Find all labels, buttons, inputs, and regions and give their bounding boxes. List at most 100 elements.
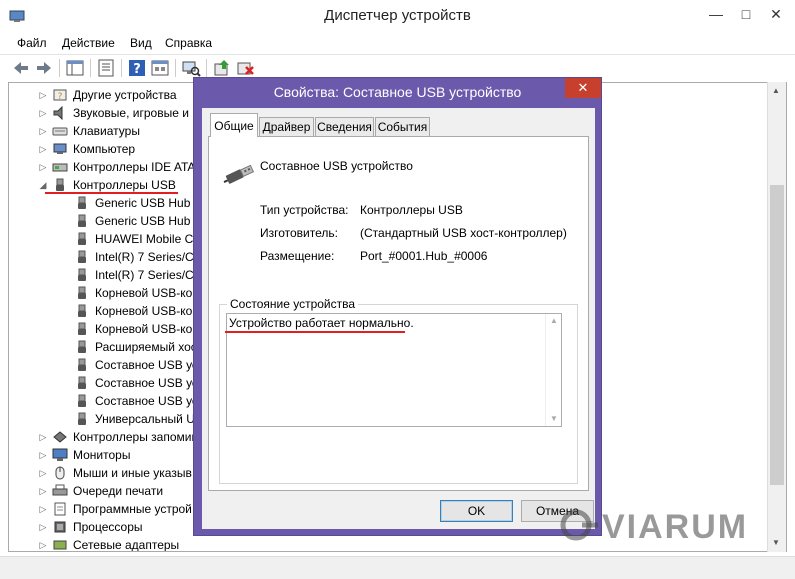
tree-node-label: Составное USB уст bbox=[95, 376, 204, 390]
expand-arrow-icon[interactable]: ▷ bbox=[37, 126, 49, 137]
status-scrollbar[interactable]: ▲ ▼ bbox=[545, 314, 561, 426]
tree-category[interactable]: ▷ Клавиатуры bbox=[37, 122, 140, 140]
maximize-icon[interactable]: □ bbox=[733, 4, 759, 24]
expand-arrow-icon[interactable]: ▷ bbox=[37, 108, 49, 119]
expand-arrow-icon[interactable]: ▷ bbox=[37, 486, 49, 497]
expand-arrow-icon[interactable]: ▷ bbox=[37, 522, 49, 533]
update-driver-icon[interactable] bbox=[212, 58, 232, 78]
expand-arrow-icon[interactable]: ▷ bbox=[37, 468, 49, 479]
scroll-up-icon[interactable]: ▲ bbox=[772, 86, 780, 95]
usb-icon bbox=[74, 322, 90, 336]
status-underline bbox=[225, 331, 405, 333]
scroll-down-icon[interactable]: ▼ bbox=[772, 538, 780, 547]
tree-category[interactable]: ▷ Контроллеры IDE ATA bbox=[37, 158, 196, 176]
dialog-close-icon[interactable]: ✕ bbox=[565, 78, 601, 98]
status-scroll-up-icon[interactable]: ▲ bbox=[550, 316, 558, 325]
software-device-icon bbox=[52, 502, 68, 516]
tree-device[interactable]: Generic USB Hub bbox=[71, 194, 190, 212]
tree-node-label: Контроллеры IDE ATA bbox=[73, 160, 196, 174]
tree-device[interactable]: Составное USB уст bbox=[71, 374, 203, 392]
tree-category[interactable]: ▷ Программные устрой bbox=[37, 500, 192, 518]
tree-device[interactable]: Расширяемый хост bbox=[71, 338, 202, 356]
tree-device[interactable]: Intel(R) 7 Series/C21 bbox=[71, 266, 207, 284]
watermark-text: VIARUM bbox=[602, 508, 749, 546]
collapse-arrow-icon[interactable]: ◢ bbox=[37, 180, 49, 191]
tree-device[interactable]: Корневой USB-конц bbox=[71, 302, 206, 320]
watermark-logo-icon bbox=[560, 509, 598, 541]
forward-icon[interactable] bbox=[34, 58, 54, 78]
menu-action[interactable]: Действие bbox=[62, 36, 115, 50]
show-hidden-icon[interactable] bbox=[150, 58, 170, 78]
usb-icon bbox=[74, 340, 90, 354]
tree-category[interactable]: ▷ Очереди печати bbox=[37, 482, 164, 500]
ide-controller-icon bbox=[52, 160, 68, 174]
usb-icon bbox=[74, 286, 90, 300]
tree-node-label: Звуковые, игровые и в bbox=[73, 106, 199, 120]
tree-category[interactable]: ▷ Процессоры bbox=[37, 518, 143, 536]
tree-device[interactable]: Intel(R) 7 Series/C21 bbox=[71, 248, 207, 266]
usb-icon bbox=[74, 394, 90, 408]
device-manager-window: Диспетчер устройств — □ ✕ Файл Действие … bbox=[0, 0, 795, 579]
minimize-icon[interactable]: — bbox=[703, 4, 729, 24]
storage-controller-icon bbox=[52, 430, 68, 444]
tree-device[interactable]: Корневой USB-конц bbox=[71, 284, 206, 302]
viarum-watermark: VIARUM bbox=[558, 508, 748, 547]
expand-arrow-icon[interactable]: ▷ bbox=[37, 432, 49, 443]
tab-general[interactable]: Общие bbox=[210, 113, 258, 137]
usb-plug-icon bbox=[223, 164, 255, 184]
expand-arrow-icon[interactable]: ▷ bbox=[37, 144, 49, 155]
scan-hardware-icon[interactable] bbox=[181, 58, 201, 78]
back-icon[interactable] bbox=[11, 58, 31, 78]
tab-details[interactable]: Сведения bbox=[315, 117, 374, 136]
expand-arrow-icon[interactable]: ▷ bbox=[37, 450, 49, 461]
uninstall-icon[interactable] bbox=[235, 58, 255, 78]
close-icon[interactable]: ✕ bbox=[763, 4, 789, 24]
expand-arrow-icon[interactable]: ▷ bbox=[37, 540, 49, 551]
properties-dialog: Свойства: Составное USB устройство ✕ Общ… bbox=[193, 77, 602, 536]
expand-arrow-icon[interactable]: ▷ bbox=[37, 504, 49, 515]
menu-help[interactable]: Справка bbox=[165, 36, 212, 50]
expand-arrow-icon[interactable]: ▷ bbox=[37, 162, 49, 173]
tree-device[interactable]: Универсальный US bbox=[71, 410, 203, 428]
tree-node-label: Intel(R) 7 Series/C21 bbox=[95, 250, 208, 264]
dialog-body: Общие Драйвер Сведения События Составное… bbox=[202, 108, 595, 529]
tree-scrollbar[interactable]: ▲ ▼ bbox=[767, 82, 786, 552]
menu-file[interactable]: Файл bbox=[17, 36, 47, 50]
menu-view[interactable]: Вид bbox=[130, 36, 152, 50]
tree-node-label: Intel(R) 7 Series/C21 bbox=[95, 268, 208, 282]
tree-node-label: Процессоры bbox=[73, 520, 143, 534]
tree-category[interactable]: ▷ Сетевые адаптеры bbox=[37, 536, 180, 551]
expand-arrow-icon[interactable]: ▷ bbox=[37, 90, 49, 101]
tree-node-label: Компьютер bbox=[73, 142, 136, 156]
tree-category[interactable]: ▷ Мыши и иные указыв bbox=[37, 464, 192, 482]
properties-icon[interactable] bbox=[96, 58, 116, 78]
help-icon[interactable]: ? bbox=[127, 58, 147, 78]
location-value: Port_#0001.Hub_#0006 bbox=[360, 249, 488, 263]
status-scroll-down-icon[interactable]: ▼ bbox=[550, 414, 558, 423]
usb-underline bbox=[45, 192, 178, 194]
tree-category[interactable]: ▷ Контроллеры запомин bbox=[37, 428, 199, 446]
tree-device[interactable]: Generic USB Hub bbox=[71, 212, 190, 230]
tree-device[interactable]: Составное USB уст bbox=[71, 356, 203, 374]
keyboard-icon bbox=[52, 124, 68, 138]
manufacturer-label: Изготовитель: bbox=[260, 226, 338, 240]
tree-category[interactable]: ▷? Другие устройства bbox=[37, 86, 177, 104]
scrollbar-thumb[interactable] bbox=[770, 185, 784, 485]
tab-driver[interactable]: Драйвер bbox=[259, 117, 314, 136]
location-label: Размещение: bbox=[260, 249, 335, 263]
tab-events[interactable]: События bbox=[375, 117, 430, 136]
network-adapter-icon bbox=[52, 538, 68, 551]
tree-category[interactable]: ▷ Мониторы bbox=[37, 446, 131, 464]
tree-category[interactable]: ▷ Компьютер bbox=[37, 140, 136, 158]
tree-device[interactable]: HUAWEI Mobile Co bbox=[71, 230, 200, 248]
device-name: Составное USB устройство bbox=[260, 159, 413, 173]
ok-button[interactable]: OK bbox=[440, 500, 513, 522]
tree-node-label: Другие устройства bbox=[73, 88, 177, 102]
tree-category[interactable]: ▷ Звуковые, игровые и в bbox=[37, 104, 199, 122]
tree-device[interactable]: Корневой USB-конц bbox=[71, 320, 206, 338]
usb-icon bbox=[74, 358, 90, 372]
tree-node-label: Универсальный US bbox=[95, 412, 203, 426]
console-tree-icon[interactable] bbox=[65, 58, 85, 78]
processor-icon bbox=[52, 520, 68, 534]
tree-device[interactable]: Составное USB уст bbox=[71, 392, 203, 410]
